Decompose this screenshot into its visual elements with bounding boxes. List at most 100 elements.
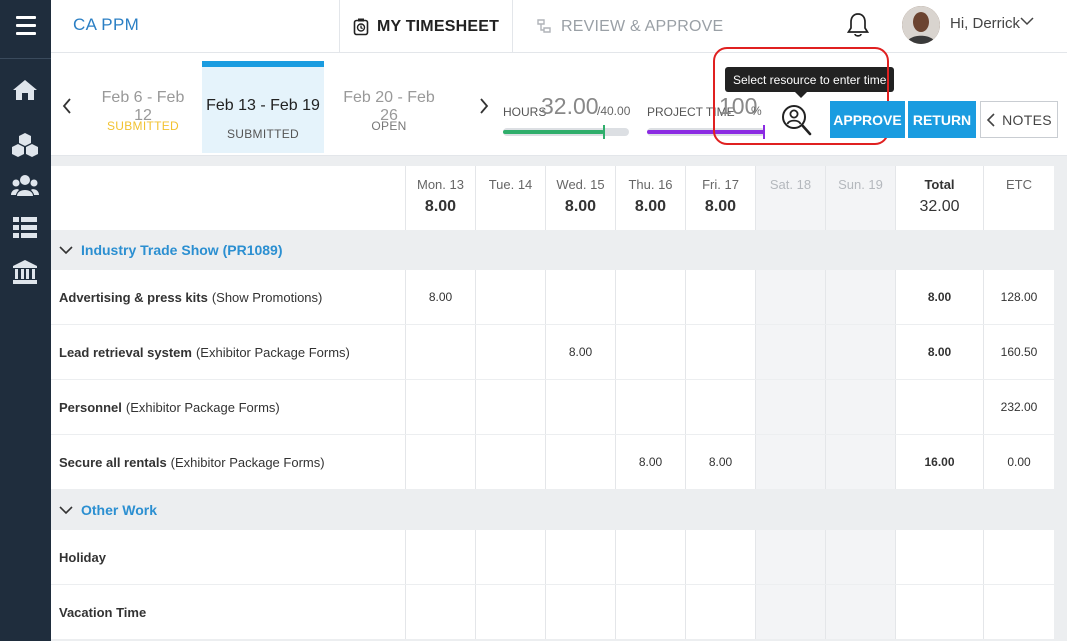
time-entry-cell[interactable]: [825, 325, 895, 379]
time-entry-cell[interactable]: [755, 585, 825, 639]
hours-label: HOURS: [503, 105, 547, 119]
column-header: ETC: [983, 166, 1054, 230]
notes-label: NOTES: [1002, 111, 1052, 128]
task-name-cell: Holiday: [51, 530, 405, 584]
column-total: 8.00: [704, 198, 737, 215]
time-entry-cell[interactable]: [405, 325, 475, 379]
time-entry-cell[interactable]: [825, 435, 895, 489]
time-entry-cell[interactable]: [405, 435, 475, 489]
time-entry-cell[interactable]: [755, 270, 825, 324]
table-row: Lead retrieval system (Exhibitor Package …: [51, 325, 1054, 379]
return-button[interactable]: RETURN: [908, 101, 976, 138]
etc-cell: 232.00: [983, 380, 1054, 434]
time-entry-cell[interactable]: [545, 585, 615, 639]
column-header: Fri. 17 8.00: [685, 166, 755, 230]
notes-button[interactable]: NOTES: [980, 101, 1058, 138]
user-greeting[interactable]: Hi, Derrick: [950, 15, 1020, 32]
project-time-progress-fill: [647, 130, 765, 134]
home-icon[interactable]: [10, 76, 40, 104]
time-entry-cell[interactable]: 8.00: [685, 435, 755, 489]
chevron-down-icon[interactable]: [1019, 14, 1035, 33]
bell-icon[interactable]: [846, 12, 870, 43]
column-day: Mon. 13: [417, 177, 464, 192]
column-day: Wed. 15: [556, 177, 605, 192]
week-feb-13[interactable]: Feb 13 - Feb 19 SUBMITTED: [202, 61, 324, 153]
time-entry-cell[interactable]: [405, 530, 475, 584]
list-icon[interactable]: [10, 213, 40, 241]
task-name: Secure all rentals: [59, 454, 167, 470]
next-week-chevron-icon[interactable]: [478, 97, 490, 120]
hours-value: 32.00: [541, 93, 599, 119]
time-entry-cell[interactable]: [615, 270, 685, 324]
week-feb-20[interactable]: Feb 20 - Feb 26 OPEN: [335, 53, 443, 145]
column-total: 8.00: [564, 198, 597, 215]
time-entry-cell[interactable]: 8.00: [615, 435, 685, 489]
time-entry-cell[interactable]: [615, 585, 685, 639]
column-header: Mon. 13 8.00: [405, 166, 475, 230]
select-resource-icon[interactable]: [779, 103, 813, 137]
time-entry-cell[interactable]: [615, 325, 685, 379]
time-entry-cell[interactable]: [825, 585, 895, 639]
time-entry-cell[interactable]: [825, 380, 895, 434]
table-row: Personnel (Exhibitor Package Forms) 232.00: [51, 380, 1054, 434]
time-entry-cell[interactable]: 8.00: [405, 270, 475, 324]
approve-button[interactable]: APPROVE: [830, 101, 905, 138]
time-entry-cell[interactable]: [475, 585, 545, 639]
chevron-down-icon[interactable]: [58, 242, 74, 258]
cubes-icon[interactable]: [10, 131, 40, 159]
task-name-cell: Personnel (Exhibitor Package Forms): [51, 380, 405, 434]
tab-review-approve[interactable]: REVIEW & APPROVE: [535, 0, 723, 53]
time-entry-cell[interactable]: [545, 435, 615, 489]
time-entry-cell[interactable]: [825, 530, 895, 584]
time-entry-cell[interactable]: [545, 380, 615, 434]
time-entry-cell[interactable]: [685, 325, 755, 379]
table-row: Advertising & press kits (Show Promotions…: [51, 270, 1054, 324]
bank-icon[interactable]: [10, 258, 40, 286]
time-entry-cell[interactable]: [545, 270, 615, 324]
time-entry-cell[interactable]: [475, 325, 545, 379]
time-entry-cell[interactable]: [685, 530, 755, 584]
time-entry-cell[interactable]: [755, 435, 825, 489]
menu-icon[interactable]: [0, 0, 51, 51]
time-entry-cell[interactable]: [405, 380, 475, 434]
chevron-down-icon[interactable]: [58, 502, 74, 518]
timesheet-icon: [353, 18, 369, 35]
hours-progress-bar: [503, 125, 629, 139]
time-entry-cell[interactable]: [475, 435, 545, 489]
time-entry-cell[interactable]: [755, 325, 825, 379]
time-entry-cell[interactable]: [685, 585, 755, 639]
project-name[interactable]: Other Work: [81, 502, 157, 518]
team-icon[interactable]: [10, 172, 40, 200]
brand-logo[interactable]: CA PPM: [73, 15, 139, 35]
time-entry-cell[interactable]: [615, 380, 685, 434]
time-entry-cell[interactable]: [685, 380, 755, 434]
time-entry-cell[interactable]: [475, 380, 545, 434]
tab-my-timesheet-label: MY TIMESHEET: [376, 17, 500, 35]
prev-week-chevron-icon[interactable]: [61, 97, 73, 120]
time-entry-cell[interactable]: [825, 270, 895, 324]
table-row: Holiday: [51, 530, 1054, 584]
time-entry-cell[interactable]: 8.00: [545, 325, 615, 379]
hours-capacity: /40.00: [597, 104, 631, 118]
time-entry-cell[interactable]: [475, 530, 545, 584]
task-phase: (Exhibitor Package Forms): [195, 344, 350, 360]
time-entry-cell[interactable]: [405, 585, 475, 639]
tab-my-timesheet[interactable]: MY TIMESHEET: [339, 0, 513, 53]
time-entry-cell[interactable]: [685, 270, 755, 324]
task-name-cell: Advertising & press kits (Show Promotions…: [51, 270, 405, 324]
time-entry-cell[interactable]: [615, 530, 685, 584]
time-entry-cell[interactable]: [545, 530, 615, 584]
resource-tooltip: Select resource to enter time: [725, 67, 895, 98]
time-entry-cell[interactable]: [755, 530, 825, 584]
time-entry-cell[interactable]: [475, 270, 545, 324]
task-name: Vacation Time: [59, 604, 147, 620]
task-name-cell: Vacation Time: [51, 585, 405, 639]
tab-review-approve-label: REVIEW & APPROVE: [561, 17, 724, 35]
row-total-cell: [895, 530, 983, 584]
time-entry-cell[interactable]: [755, 380, 825, 434]
project-group: Other Work: [51, 490, 1067, 530]
avatar[interactable]: [902, 6, 940, 44]
task-name: Advertising & press kits: [59, 289, 208, 305]
week-feb-6[interactable]: Feb 6 - Feb 12 SUBMITTED: [93, 53, 193, 145]
project-name[interactable]: Industry Trade Show (PR1089): [81, 242, 283, 258]
